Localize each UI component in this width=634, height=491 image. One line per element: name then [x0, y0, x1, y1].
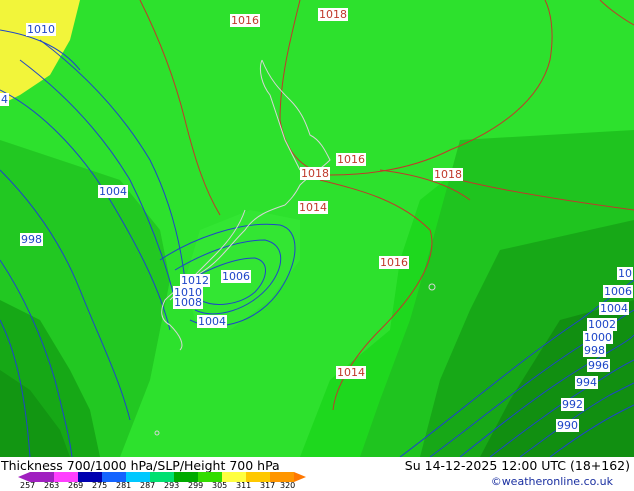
- slp-label: 1016: [230, 14, 260, 27]
- slp-label: 1018: [433, 168, 463, 181]
- height-label: 990: [556, 419, 579, 432]
- height-label: 998: [583, 344, 606, 357]
- colorbar-tick: 311: [236, 481, 252, 490]
- height-label: 1006: [221, 270, 251, 283]
- footer: Thickness 700/1000 hPa/SLP/Height 700 hP…: [0, 457, 634, 490]
- map-title: Thickness 700/1000 hPa/SLP/Height 700 hP…: [1, 458, 280, 473]
- height-label: 1004: [197, 315, 227, 328]
- height-label: 1004: [98, 185, 128, 198]
- height-label: 1002: [587, 318, 617, 331]
- slp-label: 1014: [298, 201, 328, 214]
- colorbar-tick: 305: [212, 481, 228, 490]
- height-label: 1004: [599, 302, 629, 315]
- slp-label: 1016: [336, 153, 366, 166]
- colorbar-tick: 299: [188, 481, 204, 490]
- height-label: 1000: [583, 331, 613, 344]
- colorbar-tick: 281: [116, 481, 132, 490]
- colorbar-tick: 293: [164, 481, 180, 490]
- slp-label: 1014: [336, 366, 366, 379]
- slp-label: 1016: [379, 256, 409, 269]
- colorbar-tick: 320: [280, 481, 296, 490]
- colorbar-tick: 275: [92, 481, 108, 490]
- height-label: 1006: [603, 285, 633, 298]
- slp-label: 1018: [318, 8, 348, 21]
- height-label: 992: [561, 398, 584, 411]
- colorbar-tick: 287: [140, 481, 156, 490]
- height-label: 994: [575, 376, 598, 389]
- credit-link[interactable]: ©weatheronline.co.uk: [491, 475, 613, 488]
- valid-time: Su 14-12-2025 12:00 UTC (18+162): [404, 458, 630, 473]
- height-label: 996: [587, 359, 610, 372]
- height-label: 998: [20, 233, 43, 246]
- height-label: 1008: [173, 296, 203, 309]
- colorbar-tick: 269: [68, 481, 84, 490]
- slp-label: 1018: [300, 167, 330, 180]
- colorbar-tick: 257: [20, 481, 36, 490]
- height-label: 10: [617, 267, 633, 280]
- height-label: 4: [0, 93, 9, 106]
- colorbar-tick: 317: [260, 481, 276, 490]
- colorbar-tick: 263: [44, 481, 60, 490]
- height-label: 1010: [26, 23, 56, 36]
